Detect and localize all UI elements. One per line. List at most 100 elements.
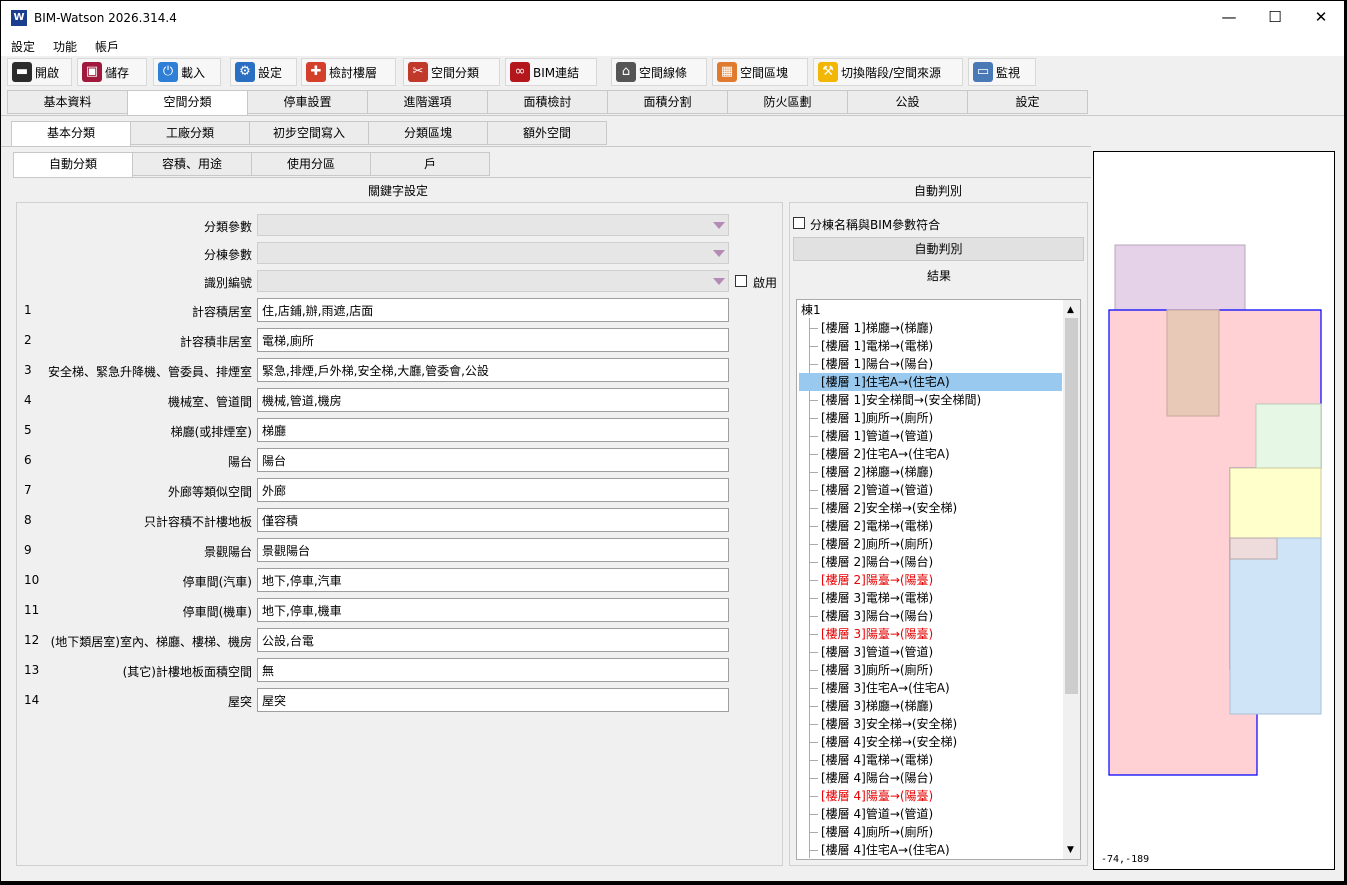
toolbar-button-8[interactable]: ▦ 空間區塊 [712, 58, 808, 86]
tab-main-2[interactable]: 停車設置 [247, 90, 368, 114]
parameter-combo-0[interactable] [257, 214, 729, 236]
keyword-input[interactable]: 外廊 [257, 478, 729, 502]
tree-connector [810, 688, 818, 689]
parameter-combo-1[interactable] [257, 242, 729, 264]
menu-account[interactable]: 帳戶 [95, 38, 119, 55]
keyword-input[interactable]: 梯廳 [257, 418, 729, 442]
keyword-input[interactable]: 屋突 [257, 688, 729, 712]
tree-item[interactable]: [樓層 1]安全梯間→(安全梯間) [821, 391, 981, 409]
auto-detect-button[interactable]: 自動判別 [793, 237, 1084, 261]
tree-item[interactable]: [樓層 3]陽臺→(陽臺) [821, 625, 933, 643]
tree-item[interactable]: [樓層 2]梯廳→(梯廳) [821, 463, 933, 481]
tree-scrollbar[interactable]: ▲ ▼ [1063, 300, 1080, 859]
tree-root[interactable]: 棟1 [801, 301, 821, 319]
tree-item[interactable]: [樓層 4]管道→(管道) [821, 805, 933, 823]
scroll-thumb[interactable] [1065, 318, 1078, 694]
scroll-down-icon[interactable]: ▼ [1067, 845, 1074, 855]
tab-classify-3[interactable]: 戶 [370, 152, 490, 176]
tree-item[interactable]: [樓層 2]安全梯→(安全梯) [821, 499, 957, 517]
tab-classify-2[interactable]: 使用分區 [251, 152, 371, 176]
floor-plan-canvas[interactable]: -74,-189 [1093, 151, 1335, 870]
keyword-input[interactable]: 地下,停車,汽車 [257, 568, 729, 592]
tree-item[interactable]: [樓層 1]管道→(管道) [821, 427, 933, 445]
tree-item[interactable]: [樓層 4]電梯→(電梯) [821, 751, 933, 769]
scroll-up-icon[interactable]: ▲ [1067, 305, 1074, 315]
keyword-input[interactable]: 景觀陽台 [257, 538, 729, 562]
toolbar-button-3[interactable]: ⚙ 設定 [230, 58, 297, 86]
tree-item[interactable]: [樓層 4]陽臺→(陽臺) [821, 787, 933, 805]
tab-classify-0[interactable]: 自動分類 [13, 152, 133, 178]
tab-sub-1[interactable]: 工廠分類 [130, 121, 250, 145]
tab-main-4[interactable]: 面積檢討 [487, 90, 608, 114]
tab-sub-0[interactable]: 基本分類 [11, 121, 131, 147]
tab-main-1[interactable]: 空間分類 [127, 90, 248, 116]
tree-item[interactable]: [樓層 3]梯廳→(梯廳) [821, 697, 933, 715]
tree-item[interactable]: [樓層 2]電梯→(電梯) [821, 517, 933, 535]
tree-item[interactable]: [樓層 2]廁所→(廁所) [821, 535, 933, 553]
tree-item[interactable]: [樓層 4]陽台→(陽台) [821, 769, 933, 787]
chevron-down-icon[interactable] [713, 222, 725, 229]
tree-item[interactable]: [樓層 4]廁所→(廁所) [821, 823, 933, 841]
tab-main-3[interactable]: 進階選項 [367, 90, 488, 114]
keyword-input[interactable]: 無 [257, 658, 729, 682]
keyword-input[interactable]: 陽台 [257, 448, 729, 472]
toolbar-button-7[interactable]: ⌂ 空間線條 [611, 58, 707, 86]
keyword-input[interactable]: 機械,管道,機房 [257, 388, 729, 412]
toolbar-button-5[interactable]: ✂ 空間分類 [403, 58, 500, 86]
tab-classify-1[interactable]: 容積、用途 [132, 152, 252, 176]
menu-settings[interactable]: 設定 [11, 38, 35, 55]
chevron-down-icon[interactable] [713, 250, 725, 257]
chevron-down-icon[interactable] [713, 278, 725, 285]
keyword-input[interactable]: 緊急,排煙,戶外梯,安全梯,大廳,管委會,公設 [257, 358, 729, 382]
tree-item[interactable]: [樓層 1]住宅A→(住宅A) [799, 373, 1062, 391]
tab-sub-4[interactable]: 額外空間 [487, 121, 607, 145]
tab-main-0[interactable]: 基本資料 [7, 90, 128, 114]
toolbar-button-0[interactable]: ▬ 開啟 [7, 58, 72, 86]
minimize-button[interactable]: — [1206, 1, 1252, 34]
tree-item[interactable]: [樓層 3]廁所→(廁所) [821, 661, 933, 679]
enable-checkbox[interactable] [735, 275, 747, 287]
tab-sub-2[interactable]: 初步空間寫入 [249, 121, 369, 145]
tree-item[interactable]: [樓層 4]安全梯→(安全梯) [821, 733, 957, 751]
keyword-input[interactable]: 電梯,廁所 [257, 328, 729, 352]
tree-item[interactable]: [樓層 2]陽台→(陽台) [821, 553, 933, 571]
keyword-input[interactable]: 住,店鋪,辦,雨遮,店面 [257, 298, 729, 322]
tree-item[interactable]: [樓層 2]住宅A→(住宅A) [821, 445, 950, 463]
keyword-input[interactable]: 僅容積 [257, 508, 729, 532]
tab-main-5[interactable]: 面積分割 [607, 90, 728, 114]
folder-icon: ▬ [12, 62, 32, 82]
toolbar-button-6[interactable]: ∞ BIM連結 [505, 58, 597, 86]
plan-block-small [1229, 537, 1278, 560]
toolbar-button-1[interactable]: ▣ 儲存 [77, 58, 147, 86]
maximize-button[interactable]: ☐ [1252, 1, 1298, 34]
tab-main-7[interactable]: 公設 [847, 90, 968, 114]
tree-item[interactable]: [樓層 3]陽台→(陽台) [821, 607, 933, 625]
tree-item[interactable]: [樓層 3]管道→(管道) [821, 643, 933, 661]
tab-sub-3[interactable]: 分類區塊 [368, 121, 488, 145]
tree-item[interactable]: [樓層 1]梯廳→(梯廳) [821, 319, 933, 337]
toolbar-button-9[interactable]: ⚒ 切換階段/空間來源 [813, 58, 963, 86]
window-title: BIM-Watson 2026.314.4 [34, 11, 177, 25]
tab-main-8[interactable]: 設定 [967, 90, 1088, 114]
tab-main-6[interactable]: 防火區劃 [727, 90, 848, 114]
tree-item[interactable]: [樓層 1]陽台→(陽台) [821, 355, 933, 373]
tree-item[interactable]: [樓層 3]住宅A→(住宅A) [821, 679, 950, 697]
menu-functions[interactable]: 功能 [53, 38, 77, 55]
tree-item[interactable]: [樓層 1]電梯→(電梯) [821, 337, 933, 355]
tree-connector [810, 328, 818, 329]
tree-item[interactable]: [樓層 1]廁所→(廁所) [821, 409, 933, 427]
tree-item[interactable]: [樓層 3]安全梯→(安全梯) [821, 715, 957, 733]
toolbar-button-2[interactable]: ⏻ 載入 [153, 58, 221, 86]
keyword-input[interactable]: 公設,台電 [257, 628, 729, 652]
keyword-input[interactable]: 地下,停車,機車 [257, 598, 729, 622]
close-button[interactable]: ✕ [1298, 1, 1344, 34]
match-bim-checkbox[interactable] [793, 217, 805, 229]
toolbar-button-10[interactable]: ▭ 監視 [968, 58, 1036, 86]
tree-item[interactable]: [樓層 2]陽臺→(陽臺) [821, 571, 933, 589]
parameter-combo-2[interactable] [257, 270, 729, 292]
tree-item[interactable]: [樓層 2]管道→(管道) [821, 481, 933, 499]
result-tree[interactable]: 棟1 ▲ ▼ [樓層 1]梯廳→(梯廳) [樓層 1]電梯→(電梯) [樓層 1]陽… [796, 299, 1081, 860]
tree-item[interactable]: [樓層 4]住宅A→(住宅A) [821, 841, 950, 859]
toolbar-button-4[interactable]: ✚ 檢討樓層 [301, 58, 396, 86]
tree-item[interactable]: [樓層 3]電梯→(電梯) [821, 589, 933, 607]
